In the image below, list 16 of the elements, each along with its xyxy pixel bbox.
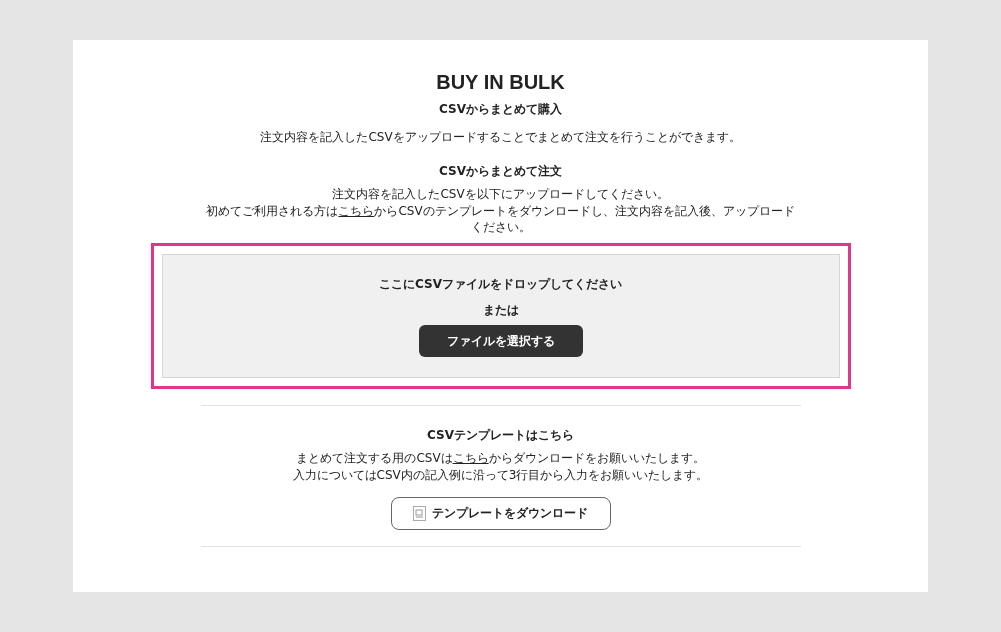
- link[interactable]: こちら: [452, 451, 489, 466]
- section-heading: CSVからまとめて注文: [438, 164, 563, 179]
- or-text: または: [481, 301, 520, 319]
- paragraph: 注文内容を記入したCSVを以下にアップロードしてください。: [331, 186, 670, 203]
- paragraph: 入力についてはCSV内の記入例に沿って3行目から入力をお願いいたします。: [291, 466, 710, 483]
- choose-file-button[interactable]: ファイルを選択する: [418, 324, 583, 357]
- paragraph: まとめて注文する用のCSVはこちらからダウンロードをお願いいたします。: [295, 450, 706, 467]
- description: 注文内容を記入したCSVをアップロードすることでまとめて注文を行うことができます。: [259, 129, 742, 146]
- link[interactable]: こちら: [338, 203, 375, 218]
- page-subtitle: CSVからまとめて購入: [438, 101, 563, 118]
- drop-prompt: ここにCSVファイルをドロップしてください: [378, 275, 623, 293]
- section-heading: CSVテンプレートはこちら: [426, 427, 575, 443]
- download-template-button[interactable]: テンプレートをダウンロード: [390, 496, 611, 530]
- paragraph: 初めてご利用される方はこちらからCSVのテンプレートをダウンロードし、注文内容を記入後、アップロードください。: [205, 202, 796, 235]
- document-icon: [413, 505, 426, 521]
- page-title: BUY IN BULK: [435, 70, 566, 94]
